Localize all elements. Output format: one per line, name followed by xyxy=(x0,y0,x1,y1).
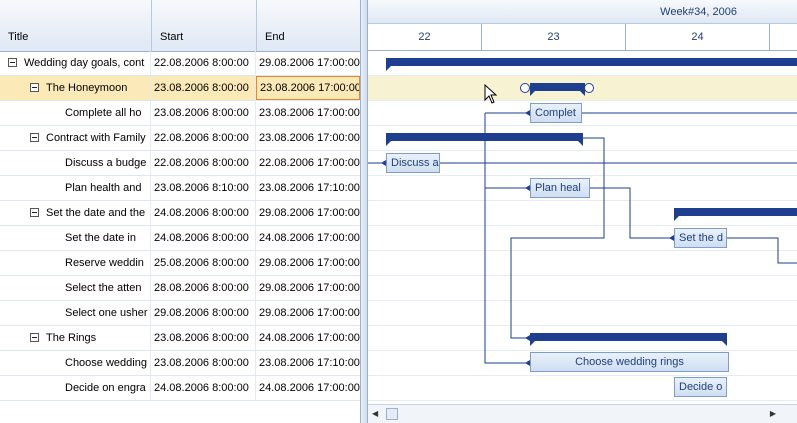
cell-end[interactable]: 23.08.2006 17:00:00 xyxy=(256,126,360,150)
task-complete[interactable]: Complet xyxy=(530,103,582,123)
cell-end[interactable]: 24.08.2006 17:00:00 xyxy=(256,226,360,250)
cell-end[interactable]: 29.08.2006 17:00:00 xyxy=(256,301,360,325)
cell-start[interactable]: 24.08.2006 8:00:00 xyxy=(151,226,256,250)
table-row[interactable]: The Honeymoon 23.08.2006 8:00:00 23.08.200… xyxy=(0,76,360,101)
table-row[interactable]: Plan health and 23.08.2006 8:10:00 23.08.2… xyxy=(0,176,360,201)
cell-start[interactable]: 23.08.2006 8:00:00 xyxy=(151,76,256,100)
task-title: Plan health and xyxy=(65,182,142,194)
task-title: The Rings xyxy=(46,332,97,344)
cell-end[interactable]: 22.08.2006 17:00:00 xyxy=(256,151,360,175)
pane-splitter[interactable] xyxy=(361,0,368,423)
task-title: Contract with Family xyxy=(46,132,146,144)
task-choose-rings[interactable]: Choose wedding rings xyxy=(530,352,729,372)
cell-title[interactable]: Wedding day goals, cont xyxy=(0,51,151,75)
cell-start[interactable]: 24.08.2006 8:00:00 xyxy=(151,376,256,400)
task-title: Set the date in xyxy=(65,232,136,244)
task-title: Complete all ho xyxy=(65,107,142,119)
cell-title[interactable]: The Honeymoon xyxy=(0,76,151,100)
cell-start[interactable]: 25.08.2006 8:00:00 xyxy=(151,251,256,275)
task-title: Wedding day goals, cont xyxy=(24,57,145,69)
task-title: The Honeymoon xyxy=(46,82,128,94)
cell-title[interactable]: Plan health and xyxy=(0,176,151,200)
cell-title[interactable]: Decide on engra xyxy=(0,376,151,400)
task-plan-health[interactable]: Plan heal xyxy=(530,178,590,198)
horizontal-scrollbar[interactable]: ◀ ▶ xyxy=(368,404,797,423)
cell-start[interactable]: 28.08.2006 8:00:00 xyxy=(151,276,256,300)
table-row[interactable]: Reserve weddin 25.08.2006 8:00:00 29.08.20… xyxy=(0,251,360,276)
cell-end[interactable]: 23.08.2006 17:10:00 xyxy=(256,176,360,200)
task-discuss-budget[interactable]: Discuss a xyxy=(386,153,440,173)
task-title: Reserve weddin xyxy=(65,257,144,269)
task-title: Select one usher xyxy=(65,307,148,319)
cell-title[interactable]: Select one usher xyxy=(0,301,151,325)
table-row[interactable]: Select one usher 29.08.2006 8:00:00 29.08.… xyxy=(0,301,360,326)
table-row[interactable]: Set the date and the 24.08.2006 8:00:00 29… xyxy=(0,201,360,226)
task-title: Choose wedding xyxy=(65,357,147,369)
table-row[interactable]: Decide on engra 24.08.2006 8:00:00 24.08.2… xyxy=(0,376,360,401)
cell-title[interactable]: Select the atten xyxy=(0,276,151,300)
cell-end[interactable]: 29.08.2006 17:00:00 xyxy=(256,251,360,275)
table-row[interactable]: Wedding day goals, cont 22.08.2006 8:00:0… xyxy=(0,51,360,76)
task-title: Select the atten xyxy=(65,282,142,294)
table-row[interactable]: Discuss a budge 22.08.2006 8:00:00 22.08.2… xyxy=(0,151,360,176)
column-header-end-label: End xyxy=(265,31,285,43)
cell-start[interactable]: 24.08.2006 8:00:00 xyxy=(151,201,256,225)
column-header-end[interactable]: End xyxy=(257,0,360,51)
cell-title[interactable]: Complete all ho xyxy=(0,101,151,125)
cell-end[interactable]: 23.08.2006 17:00:00 xyxy=(256,101,360,125)
column-header-start-label: Start xyxy=(160,31,184,43)
table-row[interactable]: The Rings 23.08.2006 8:00:00 24.08.2006 17… xyxy=(0,326,360,351)
collapse-toggle-icon[interactable] xyxy=(30,133,39,142)
task-title: Set the date and the xyxy=(46,207,146,219)
cell-start[interactable]: 29.08.2006 8:00:00 xyxy=(151,301,256,325)
cell-end[interactable]: 23.08.2006 17:10:00 xyxy=(256,351,360,375)
cell-title[interactable]: Set the date in xyxy=(0,226,151,250)
collapse-toggle-icon[interactable] xyxy=(8,58,17,67)
task-set-date[interactable]: Set the d xyxy=(674,228,727,248)
mouse-cursor-icon xyxy=(484,84,498,104)
cell-start[interactable]: 22.08.2006 8:00:00 xyxy=(151,51,256,75)
scroll-thumb[interactable] xyxy=(386,408,398,420)
cell-end[interactable]: 29.08.2006 17:00:00 xyxy=(256,201,360,225)
task-title: Decide on engra xyxy=(65,382,146,394)
gantt-chart: Week#34, 2006 22 23 24 Complet Discuss a… xyxy=(368,0,797,423)
column-header-title-label: Title xyxy=(8,31,29,43)
cell-title[interactable]: Discuss a budge xyxy=(0,151,151,175)
column-header-title[interactable]: Title xyxy=(0,0,152,51)
cell-start[interactable]: 23.08.2006 8:00:00 xyxy=(151,101,256,125)
table-row[interactable]: Select the atten 28.08.2006 8:00:00 29.08.… xyxy=(0,276,360,301)
cell-end[interactable]: 29.08.2006 17:00:00 xyxy=(256,51,360,75)
cell-title[interactable]: Set the date and the xyxy=(0,201,151,225)
task-title: Discuss a budge xyxy=(65,157,147,169)
cell-start[interactable]: 23.08.2006 8:00:00 xyxy=(151,326,256,350)
cell-end[interactable]: 24.08.2006 17:00:00 xyxy=(256,326,360,350)
cell-end[interactable]: 24.08.2006 17:00:00 xyxy=(256,376,360,400)
cell-start[interactable]: 22.08.2006 8:00:00 xyxy=(151,151,256,175)
cell-title[interactable]: The Rings xyxy=(0,326,151,350)
collapse-toggle-icon[interactable] xyxy=(30,333,39,342)
collapse-toggle-icon[interactable] xyxy=(30,83,39,92)
table-row[interactable]: Contract with Family 22.08.2006 8:00:00 23… xyxy=(0,126,360,151)
dependency-lines xyxy=(368,110,797,366)
grid-header: Title Start End xyxy=(0,0,360,52)
cell-title[interactable]: Choose wedding xyxy=(0,351,151,375)
cell-start[interactable]: 23.08.2006 8:10:00 xyxy=(151,176,256,200)
table-row[interactable]: Choose wedding 23.08.2006 8:00:00 23.08.20… xyxy=(0,351,360,376)
cell-end[interactable]: 23.08.2006 17:00:00 xyxy=(256,76,360,100)
cell-end[interactable]: 29.08.2006 17:00:00 xyxy=(256,276,360,300)
scroll-left-icon[interactable]: ◀ xyxy=(372,409,378,418)
cell-start[interactable]: 22.08.2006 8:00:00 xyxy=(151,126,256,150)
column-header-start[interactable]: Start xyxy=(152,0,257,51)
table-row[interactable]: Complete all ho 23.08.2006 8:00:00 23.08.2… xyxy=(0,101,360,126)
cell-start[interactable]: 23.08.2006 8:00:00 xyxy=(151,351,256,375)
scroll-right-icon[interactable]: ▶ xyxy=(770,409,776,418)
cell-title[interactable]: Reserve weddin xyxy=(0,251,151,275)
task-grid: Title Start End Wedding day goals, cont 2… xyxy=(0,0,361,423)
task-decide-engraving[interactable]: Decide o xyxy=(674,377,727,397)
table-row[interactable]: Set the date in 24.08.2006 8:00:00 24.08.2… xyxy=(0,226,360,251)
collapse-toggle-icon[interactable] xyxy=(30,208,39,217)
cell-title[interactable]: Contract with Family xyxy=(0,126,151,150)
